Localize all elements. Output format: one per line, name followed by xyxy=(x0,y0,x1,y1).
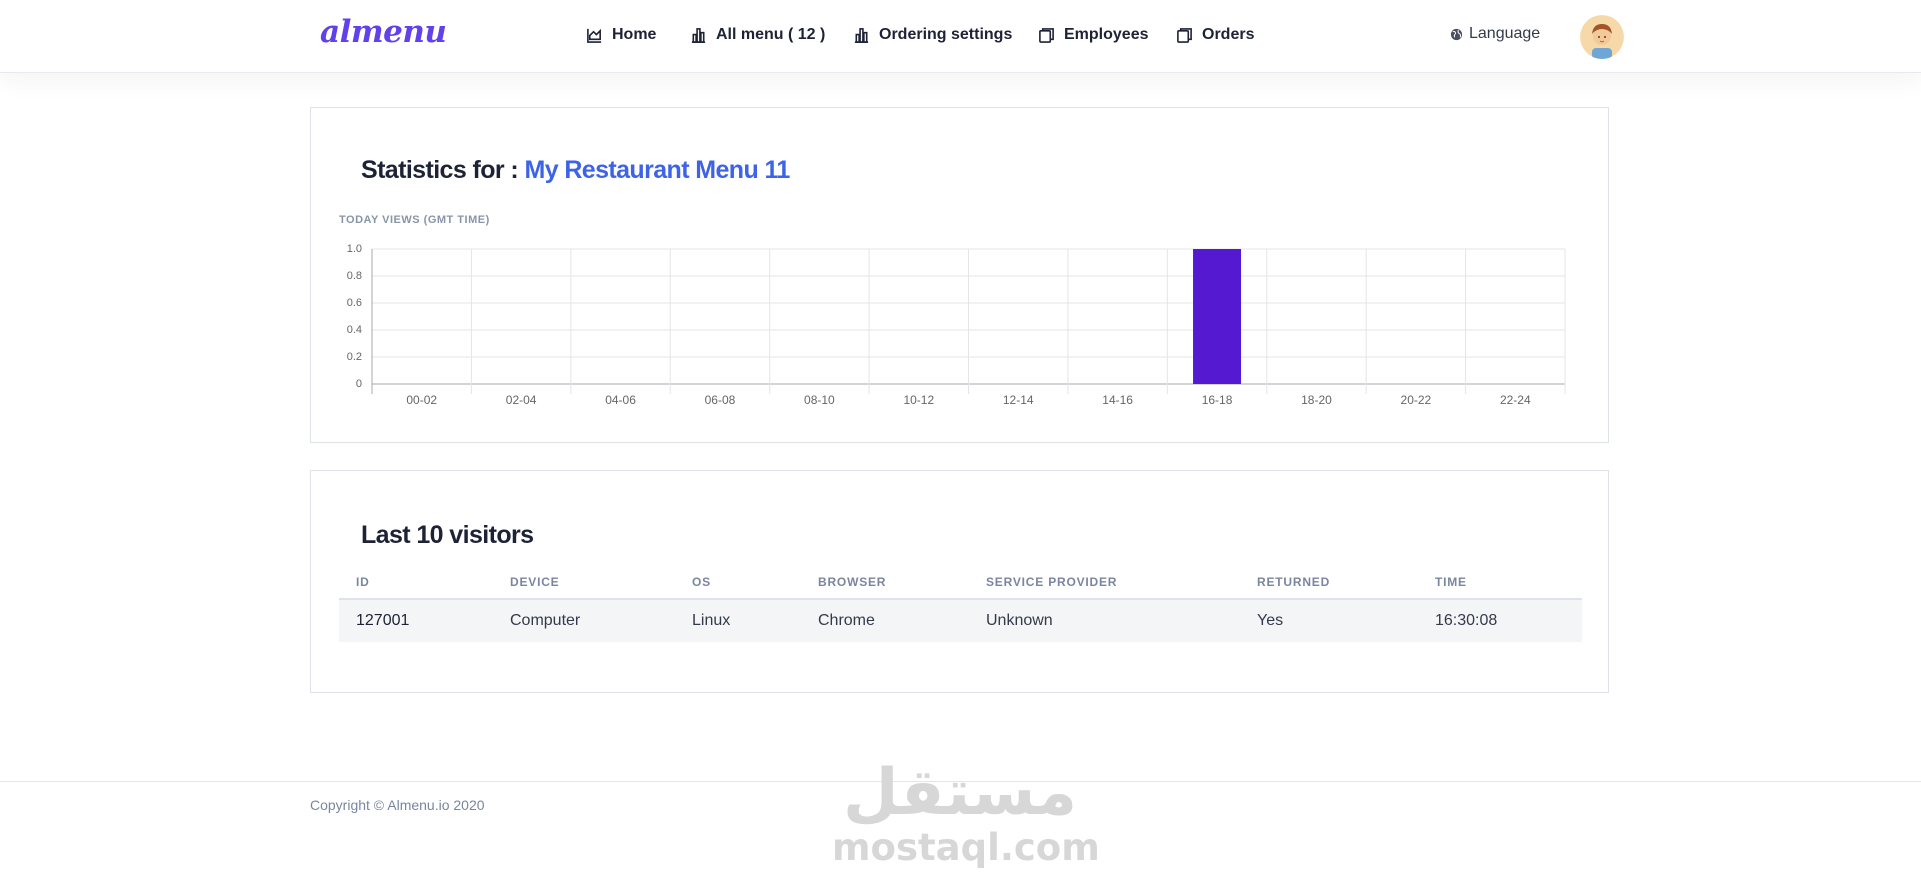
nav-orders[interactable]: Orders xyxy=(1176,24,1254,46)
x-tick-label: 08-10 xyxy=(804,393,835,407)
watermark-latin: mostaql.com xyxy=(832,826,1100,869)
col-os: OS xyxy=(675,574,801,600)
y-tick-label: 0.2 xyxy=(347,351,362,363)
cell-os: Linux xyxy=(675,599,801,642)
cell-time: 16:30:08 xyxy=(1418,599,1582,642)
nav-ordering-settings[interactable]: Ordering settings xyxy=(853,24,1012,46)
visitors-card: Last 10 visitors ID DEVICE OS BROWSER SE… xyxy=(310,470,1609,693)
views-bar-chart: 0 0.2 0.4 0.6 0.8 1.0 00-02 02-04 04-06 06-08 08-1… xyxy=(347,243,1566,407)
col-browser: BROWSER xyxy=(801,574,969,600)
x-tick-label: 04-06 xyxy=(605,393,636,407)
brand-logo[interactable]: almenu xyxy=(320,14,447,50)
y-tick-label: 0.8 xyxy=(347,270,362,282)
visitors-table: ID DEVICE OS BROWSER SERVICE PROVIDER RE… xyxy=(339,574,1582,642)
x-tick-label: 10-12 xyxy=(903,393,934,407)
watermark-arabic: مستقل xyxy=(842,756,1078,830)
bar-chart-icon xyxy=(691,27,706,43)
y-tick-label: 0.6 xyxy=(347,297,362,309)
user-avatar[interactable] xyxy=(1580,15,1624,59)
y-tick-label: 1.0 xyxy=(347,243,362,255)
x-tick-label: 16-18 xyxy=(1202,393,1233,407)
x-tick-label: 12-14 xyxy=(1003,393,1034,407)
copy-icon xyxy=(1177,27,1192,43)
nav-home-label: Home xyxy=(612,26,657,43)
cell-browser: Chrome xyxy=(801,599,969,642)
nav-orders-label: Orders xyxy=(1202,26,1255,43)
visitors-title: Last 10 visitors xyxy=(361,521,534,549)
cell-id: 127001 xyxy=(339,599,493,642)
user-avatar-icon xyxy=(1580,15,1624,59)
y-tick-label: 0 xyxy=(356,378,362,390)
nav-all-menu[interactable]: All menu ( 12 ) xyxy=(690,24,825,46)
col-service-provider: SERVICE PROVIDER xyxy=(969,574,1240,600)
watermark: مستقل mostaql.com xyxy=(832,756,1100,878)
x-tick-label: 22-24 xyxy=(1500,393,1531,407)
cell-returned: Yes xyxy=(1240,599,1418,642)
col-id: ID xyxy=(339,574,493,600)
x-tick-label: 20-22 xyxy=(1401,393,1432,407)
col-device: DEVICE xyxy=(493,574,675,600)
nav-all-menu-label: All menu ( 12 ) xyxy=(716,26,826,43)
area-chart-icon xyxy=(587,28,602,43)
copy-icon xyxy=(1039,27,1054,43)
col-time: TIME xyxy=(1418,574,1582,600)
bar-chart-icon xyxy=(854,27,869,43)
cell-device: Computer xyxy=(493,599,675,642)
globe-icon xyxy=(1450,28,1463,40)
visitors-table-header: ID DEVICE OS BROWSER SERVICE PROVIDER RE… xyxy=(339,574,1582,600)
nav-ordering-settings-label: Ordering settings xyxy=(879,26,1013,43)
footer-copyright: Copyright © Almenu.io 2020 xyxy=(310,797,485,813)
chart-bar xyxy=(1193,249,1242,384)
x-tick-label: 00-02 xyxy=(406,393,437,407)
nav-employees-label: Employees xyxy=(1064,26,1149,43)
x-tick-label: 02-04 xyxy=(506,393,537,407)
y-tick-label: 0.4 xyxy=(347,324,362,336)
col-returned: RETURNED xyxy=(1240,574,1418,600)
statistics-card: Statistics for : My Restaurant Menu 11 T… xyxy=(310,107,1609,443)
table-row: 127001 Computer Linux Chrome Unknown Yes… xyxy=(339,599,1582,642)
x-tick-label: 14-16 xyxy=(1102,393,1133,407)
x-tick-label: 06-08 xyxy=(705,393,736,407)
language-selector[interactable]: Language xyxy=(1450,25,1540,43)
nav-home[interactable]: Home xyxy=(586,24,656,46)
language-label: Language xyxy=(1469,25,1541,42)
x-tick-label: 18-20 xyxy=(1301,393,1332,407)
nav-employees[interactable]: Employees xyxy=(1038,24,1148,46)
cell-service-provider: Unknown xyxy=(969,599,1240,642)
top-navbar: almenu Home All menu ( 12 ) Ordering set… xyxy=(0,0,1921,73)
